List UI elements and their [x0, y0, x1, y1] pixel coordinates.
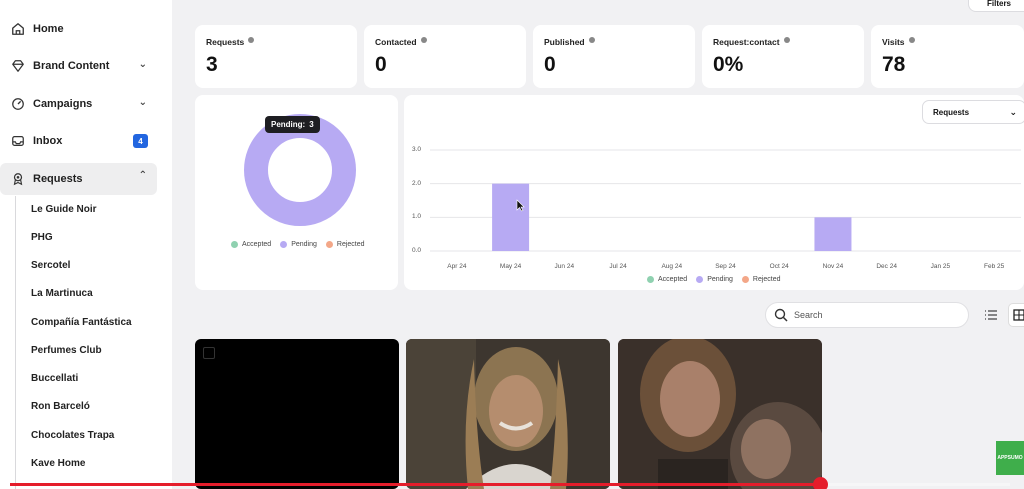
select-checkbox[interactable]: [203, 347, 215, 359]
content-tile[interactable]: [195, 339, 399, 489]
woman-with-child-photo: [618, 339, 822, 489]
x-tick-label: Jun 24: [554, 263, 575, 270]
x-tick-label: Oct 24: [769, 263, 789, 270]
bar-pending[interactable]: [492, 183, 530, 251]
content-tile-photo[interactable]: [618, 339, 822, 489]
legend-swatch: [696, 276, 704, 283]
x-tick-label: May 24: [499, 263, 522, 270]
search-icon: [774, 308, 788, 322]
brand-badge: APPSUMO: [996, 441, 1024, 475]
woman-smiling-photo: [406, 339, 610, 489]
x-tick-label: Dec 24: [876, 263, 897, 270]
y-tick-label: 0.0: [412, 247, 422, 254]
list-view-button[interactable]: [980, 303, 1002, 327]
y-tick-label: 3.0: [412, 146, 422, 153]
bar-pending[interactable]: [814, 217, 852, 251]
x-tick-label: Jul 24: [609, 263, 627, 270]
x-tick-label: Sep 24: [715, 263, 736, 270]
search-bar[interactable]: [765, 302, 969, 328]
bar-chart-legend: Accepted Pending Rejected: [647, 276, 790, 283]
grid-view-button[interactable]: [1008, 303, 1024, 327]
content-tile-photo[interactable]: [406, 339, 610, 489]
legend-swatch: [741, 276, 749, 283]
x-tick-label: Aug 24: [661, 263, 683, 270]
x-tick-label: Apr 24: [447, 263, 467, 270]
y-tick-label: 2.0: [412, 179, 422, 187]
legend-item-accepted[interactable]: Accepted: [647, 276, 687, 283]
search-input[interactable]: [794, 310, 954, 320]
grid-icon: [1013, 309, 1024, 321]
list-icon: [985, 310, 997, 320]
y-tick-label: 1.0: [412, 213, 422, 221]
x-tick-label: Jan 25: [930, 263, 951, 270]
video-progress-handle[interactable]: [813, 477, 828, 489]
legend-label: Rejected: [752, 276, 781, 283]
legend-label: Pending: [707, 276, 733, 283]
mouse-cursor-icon: [516, 199, 525, 212]
x-tick-label: Nov 24: [822, 263, 844, 270]
video-progress-fill: [10, 483, 820, 486]
legend-item-pending[interactable]: Pending: [696, 276, 733, 283]
x-tick-label: Feb 25: [984, 263, 1005, 270]
legend-item-rejected[interactable]: Rejected: [741, 276, 781, 283]
legend-label: Accepted: [658, 276, 688, 283]
legend-swatch: [647, 276, 654, 283]
